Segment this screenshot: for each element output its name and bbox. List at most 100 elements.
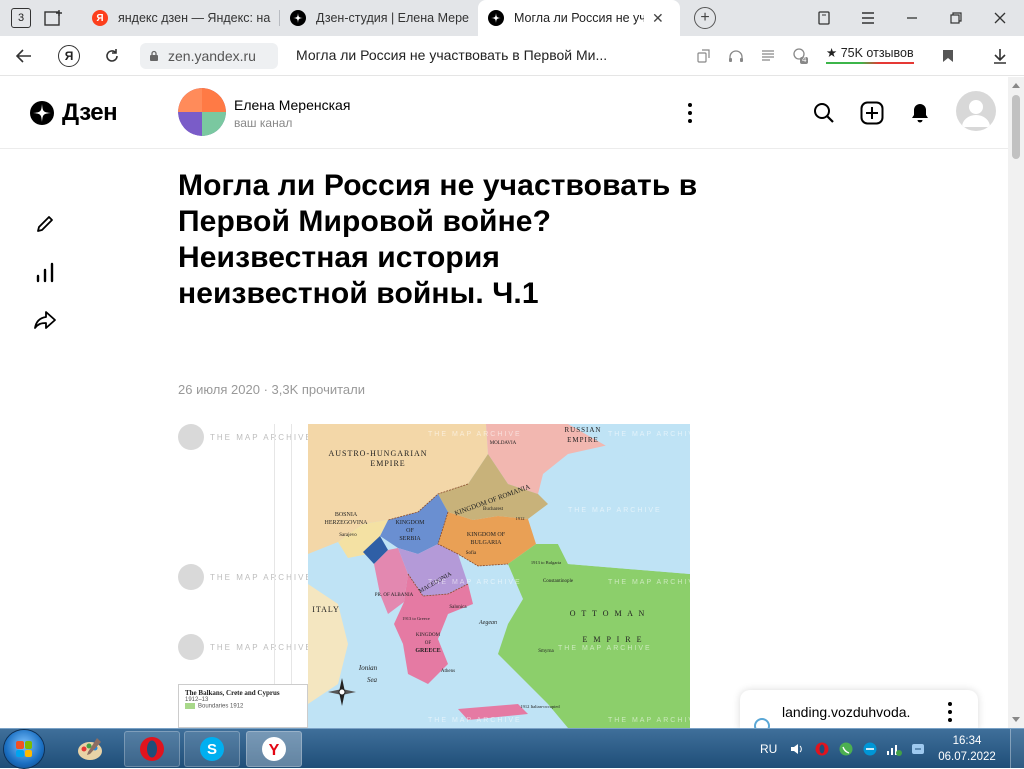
tab-label: яндекс дзен — Яндекс: на: [118, 11, 271, 25]
map-legend: The Balkans, Crete and Cyprus 1912–13 Bo…: [178, 684, 308, 728]
ad-more-icon[interactable]: [948, 702, 954, 722]
skype-app-icon[interactable]: S: [184, 731, 240, 767]
label-bulgaria-1: KINGDOM OF: [467, 532, 506, 538]
show-desktop-button[interactable]: [1010, 729, 1024, 769]
whatsapp-tray-icon[interactable]: [838, 729, 854, 769]
more-options-icon[interactable]: [684, 101, 696, 125]
restore-icon[interactable]: [936, 0, 976, 36]
scroll-down-icon[interactable]: [1012, 717, 1020, 722]
language-indicator[interactable]: RU: [760, 729, 777, 769]
clock-time: 16:34: [952, 735, 982, 747]
label-sofia: Sofia: [466, 551, 477, 556]
tab-label: Могла ли Россия не уча: [514, 11, 644, 25]
reader-mode-icon[interactable]: [758, 46, 778, 66]
search-icon[interactable]: [811, 100, 837, 126]
close-tab-icon[interactable]: ✕: [652, 10, 664, 27]
reload-icon[interactable]: [100, 44, 124, 68]
tab-zen-studio[interactable]: Дзен-студия | Елена Мере: [280, 0, 476, 36]
channel-name[interactable]: Елена Меренская: [234, 97, 350, 113]
scroll-thumb[interactable]: [1012, 95, 1020, 159]
map-watermark: THE MAP ARCHIVE: [428, 431, 522, 438]
svg-text:Y: Y: [269, 742, 280, 759]
label-russian: RUSSIAN: [565, 426, 602, 434]
label-smyrna: Smyrna: [538, 649, 554, 654]
address-bar: Я zen.yandex.ru Могла ли Россия не участ…: [0, 36, 1024, 76]
download-icon[interactable]: [990, 46, 1010, 66]
collections-count: 4: [802, 55, 807, 64]
yandex-browser-app-icon[interactable]: Y: [246, 731, 302, 767]
back-icon[interactable]: [12, 44, 36, 68]
opera-app-icon[interactable]: [124, 731, 180, 767]
tab-yandex-search[interactable]: Я яндекс дзен — Яндекс: на: [82, 0, 278, 36]
label-herzegovina: HERZEGOVINA: [325, 520, 369, 526]
map-legend-title: The Balkans, Crete and Cyprus: [185, 689, 280, 697]
channel-subtitle: ваш канал: [234, 116, 293, 130]
scroll-up-icon[interactable]: [1012, 83, 1020, 88]
system-clock[interactable]: 16:34 06.07.2022: [936, 733, 998, 765]
label-italy: ITALY: [312, 605, 340, 614]
yandex-button[interactable]: Я: [58, 45, 80, 67]
create-post-icon[interactable]: [859, 100, 885, 126]
map-watermark: THE MAP ARCHIVE: [608, 579, 690, 586]
article-map-image[interactable]: THE MAP ARCHIVE THE MAP ARCHIVE THE MAP …: [178, 424, 690, 728]
label-constantinople: Constantinople: [543, 579, 574, 584]
label-bosnia: BOSNIA: [335, 512, 358, 518]
opera-tray-icon[interactable]: [814, 729, 830, 769]
label-year-1912-a: 1912: [516, 516, 525, 521]
close-window-icon[interactable]: [980, 0, 1020, 36]
tab-label: Дзен-студия | Елена Мере: [316, 11, 469, 25]
label-sarajevo: Sarajevo: [339, 533, 357, 538]
watermark: THE MAP ARCHIVE: [178, 564, 313, 590]
label-serbia-1: KINGDOM: [396, 520, 426, 526]
ad-card[interactable]: landing.vozduhvoda. ru: [740, 690, 978, 734]
url-field[interactable]: zen.yandex.ru: [140, 43, 278, 69]
reviews-label: 75K отзывов: [840, 46, 914, 60]
network-icon[interactable]: [886, 729, 902, 769]
label-aegean: Aegean: [478, 620, 497, 626]
svg-text:S: S: [207, 741, 217, 758]
label-ottoman-empire: E M P I R E: [582, 635, 643, 644]
user-avatar[interactable]: [956, 91, 996, 131]
label-ionian-sea: Sea: [367, 676, 378, 684]
paint-app-icon[interactable]: [62, 731, 118, 767]
edit-icon[interactable]: [32, 211, 58, 237]
tab-counter-button[interactable]: 3: [6, 6, 36, 30]
url-host: zen.yandex.ru: [168, 48, 256, 64]
bookmark-icon[interactable]: [938, 46, 958, 66]
minimize-icon[interactable]: [892, 0, 932, 36]
tab-article[interactable]: Могла ли Россия не уча ✕: [478, 0, 680, 36]
label-bucharest: Bucharest: [483, 507, 504, 512]
label-year-1913-b: 1913 to Greece: [402, 616, 430, 621]
reviews-link[interactable]: ★ 75K отзывов: [826, 45, 914, 64]
update-tray-icon[interactable]: [910, 729, 926, 769]
channel-avatar[interactable]: [178, 88, 226, 136]
menu-icon[interactable]: [848, 0, 888, 36]
stats-icon[interactable]: [32, 259, 58, 285]
new-tab-button[interactable]: +: [694, 7, 716, 29]
star-icon: ★: [826, 46, 838, 60]
browser-tab-strip: 3 Я яндекс дзен — Яндекс: на Дзен-студия…: [0, 0, 1024, 36]
page-scrollbar[interactable]: [1008, 77, 1024, 728]
label-austro: AUSTRO-HUNGARIAN: [328, 449, 427, 458]
lock-icon: [150, 50, 158, 61]
share-icon[interactable]: [32, 307, 58, 333]
label-year-1912-b: 1912 Italian-occupied: [520, 704, 560, 709]
watermark: THE MAP ARCHIVE: [178, 634, 313, 660]
start-button[interactable]: [4, 730, 44, 768]
label-bulgaria-2: BULGARIA: [471, 540, 503, 546]
ad-title[interactable]: landing.vozduhvoda.: [782, 704, 910, 720]
headphones-icon[interactable]: [726, 46, 746, 66]
map-watermark: THE MAP ARCHIVE: [608, 717, 690, 724]
label-austro-empire: EMPIRE: [370, 459, 405, 468]
volume-icon[interactable]: [790, 729, 804, 769]
map-watermark: THE MAP ARCHIVE: [558, 645, 652, 652]
messenger-tray-icon[interactable]: [862, 729, 878, 769]
map-legend-item: Boundaries 1912: [198, 703, 244, 710]
new-window-icon[interactable]: [40, 6, 68, 30]
collections-icon[interactable]: [804, 0, 844, 36]
zen-logo[interactable]: Дзен: [30, 99, 118, 127]
collections-badge-icon[interactable]: 4: [790, 46, 810, 66]
watermark: THE MAP ARCHIVE: [178, 424, 313, 450]
notifications-icon[interactable]: [907, 100, 933, 126]
copy-link-icon[interactable]: [694, 46, 714, 66]
